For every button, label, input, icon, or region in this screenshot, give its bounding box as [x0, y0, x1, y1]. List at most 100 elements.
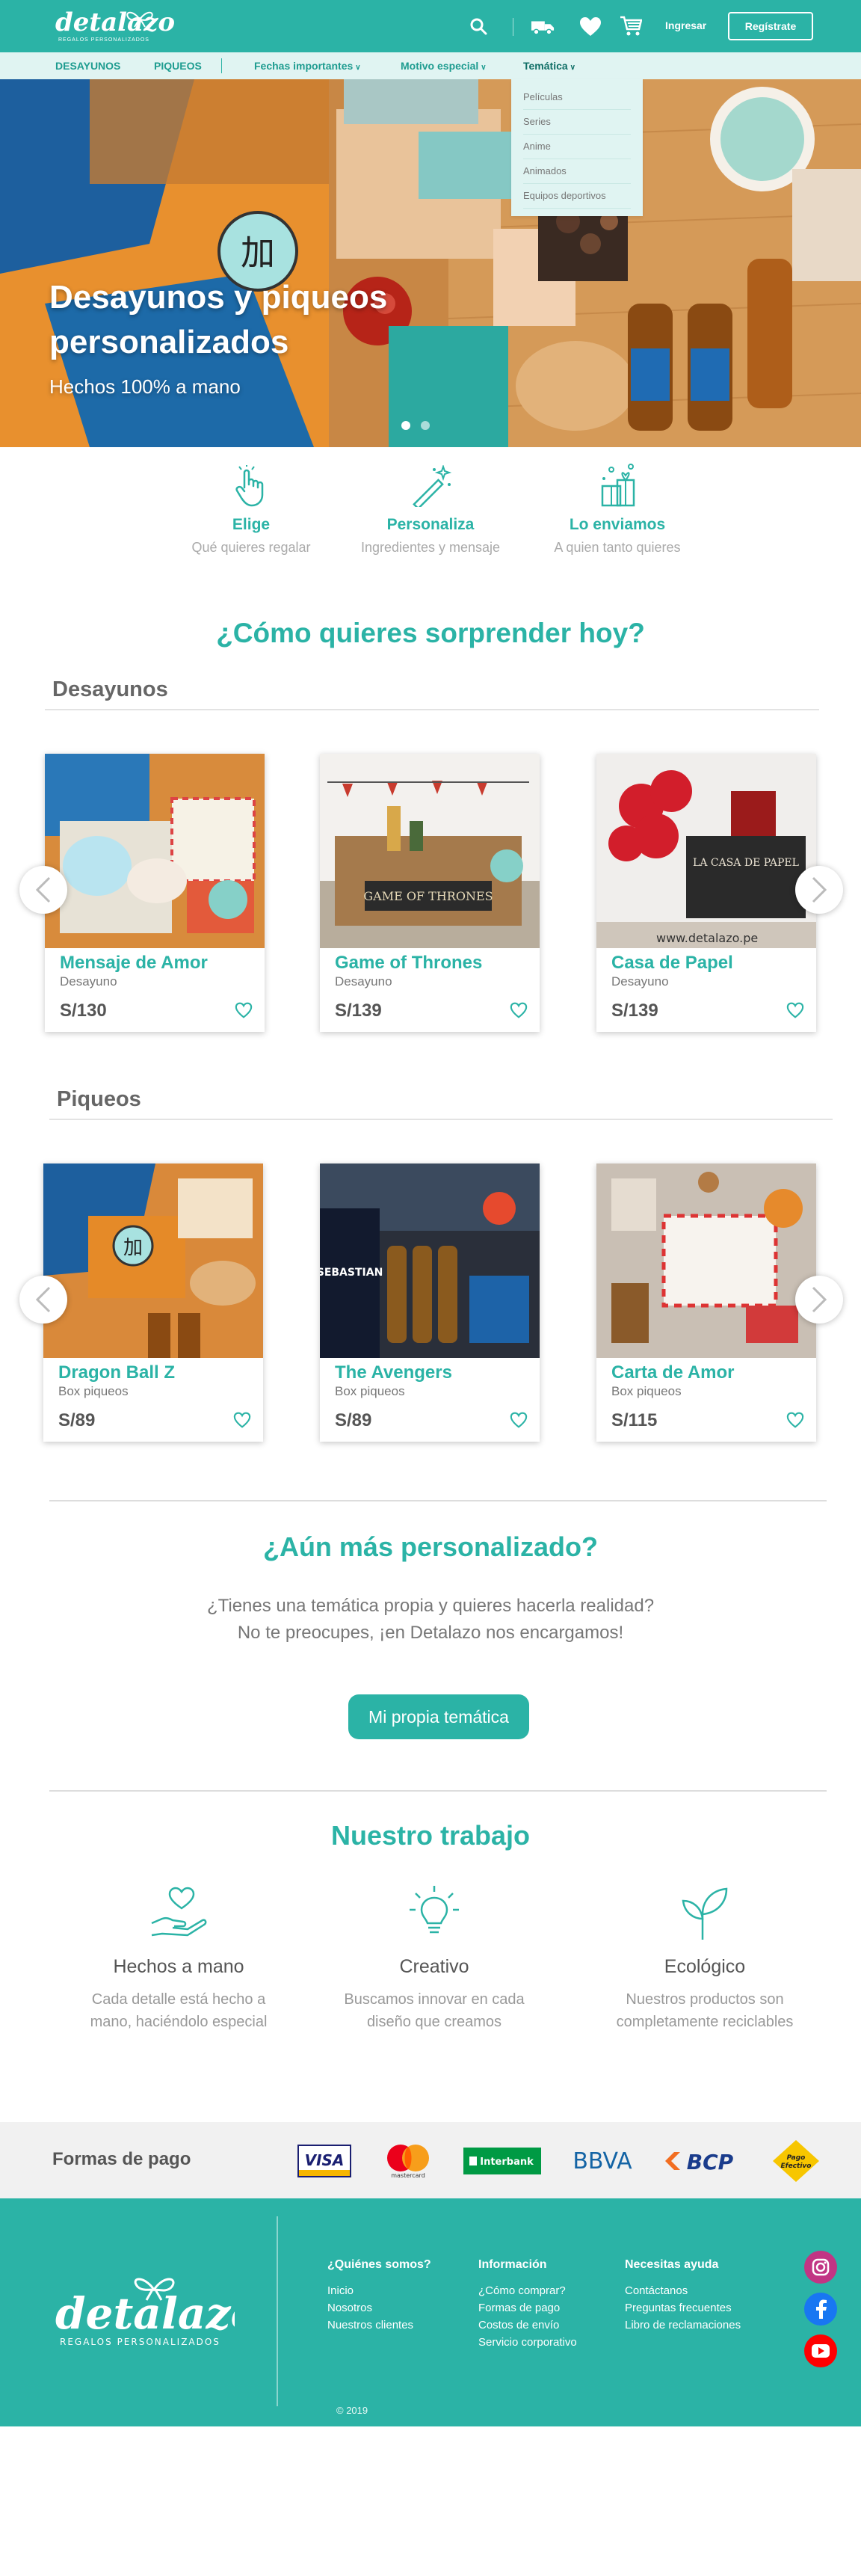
favorites-heart-icon[interactable] — [578, 15, 602, 39]
carousel-next-button[interactable] — [795, 866, 843, 914]
favorite-heart-icon[interactable] — [233, 1412, 251, 1428]
footer-link-costos-envio[interactable]: Costos de envío — [478, 2317, 577, 2334]
footer-link-nosotros[interactable]: Nosotros — [327, 2299, 431, 2317]
carousel-prev-button[interactable] — [19, 1276, 67, 1324]
footer-link-servicio-corporativo[interactable]: Servicio corporativo — [478, 2334, 577, 2351]
footer-link-contactanos[interactable]: Contáctanos — [625, 2282, 741, 2299]
dropdown-item-peliculas[interactable]: Películas — [523, 85, 631, 110]
own-theme-button[interactable]: Mi propia temática — [348, 1694, 529, 1739]
product-card[interactable]: Carta de Amor Box piqueos S/115 — [596, 1163, 816, 1442]
instagram-icon[interactable] — [804, 2251, 837, 2284]
product-image: LA CASA DE PAPEL www.detalazo.pe — [596, 754, 816, 948]
cart-icon[interactable] — [619, 14, 643, 38]
product-card[interactable]: SEBASTIAN The Avengers Box piqueos S/89 — [320, 1163, 540, 1442]
svg-text:SEBASTIAN: SEBASTIAN — [320, 1267, 383, 1279]
product-price: S/89 — [335, 1410, 372, 1430]
footer-column-about: ¿Quiénes somos? Inicio Nosotros Nuestros… — [327, 2258, 431, 2334]
section-title-piqueos: Piqueos — [57, 1087, 141, 1111]
favorite-heart-icon[interactable] — [786, 1412, 804, 1428]
product-name[interactable]: The Avengers — [335, 1362, 452, 1383]
product-card[interactable]: GAME OF THRONES Game of Thrones Desayuno… — [320, 754, 540, 1032]
nav-fechas-label: Fechas importantes — [254, 60, 354, 72]
custom-description-line: ¿Tienes una temática propia y quieres ha… — [206, 1596, 655, 1616]
youtube-icon[interactable] — [804, 2334, 837, 2367]
work-section-title: Nuestro trabajo — [330, 1820, 531, 1851]
dropdown-item-series[interactable]: Series — [523, 110, 631, 135]
feature-description-line: Cada detalle está hecho a — [91, 1991, 266, 2008]
step-personaliza: Personaliza Ingredientes y mensaje — [348, 462, 513, 556]
facebook-icon[interactable] — [804, 2293, 837, 2326]
dropdown-item-anime[interactable]: Anime — [523, 135, 631, 159]
leaf-sprout-icon — [581, 1883, 828, 1943]
top-header: detalazo REGALOS PERSONALIZADOS Ingresar… — [0, 0, 861, 52]
section-title-desayunos: Desayunos — [52, 677, 168, 701]
chevron-left-icon — [35, 876, 51, 903]
product-card[interactable]: 加 Dragon Ball Z Box piqueos S/89 — [43, 1163, 263, 1442]
footer-link-como-comprar[interactable]: ¿Cómo comprar? — [478, 2282, 577, 2299]
product-card[interactable]: LA CASA DE PAPEL www.detalazo.pe Casa de… — [596, 754, 816, 1032]
interbank-logo: Interbank — [463, 2143, 541, 2179]
search-icon[interactable] — [466, 14, 490, 38]
favorite-heart-icon[interactable] — [510, 1412, 528, 1428]
footer-link-reclamaciones[interactable]: Libro de reclamaciones — [625, 2317, 741, 2334]
nav-fechas-importantes[interactable]: Fechas importantes ∨ — [254, 60, 361, 72]
footer-link-formas-pago[interactable]: Formas de pago — [478, 2299, 577, 2317]
chevron-down-icon: ∨ — [355, 64, 361, 72]
chevron-down-icon: ∨ — [570, 64, 575, 72]
footer-logo[interactable]: detalazo REGALOS PERSONALIZADOS — [55, 2267, 259, 2351]
lightbulb-icon — [311, 1883, 558, 1943]
product-name[interactable]: Dragon Ball Z — [58, 1362, 175, 1383]
svg-text:加: 加 — [123, 1237, 143, 1259]
feature-creative: Creativo Buscamos innovar en cada diseño … — [311, 1883, 558, 2033]
product-name[interactable]: Mensaje de Amor — [60, 953, 208, 974]
nav-desayunos[interactable]: DESAYUNOS — [55, 60, 120, 72]
step-title: Lo enviamos — [569, 516, 666, 533]
delivery-truck-icon[interactable] — [531, 15, 555, 39]
dropdown-item-animados[interactable]: Animados — [523, 159, 631, 184]
chevron-right-icon — [812, 876, 827, 903]
nav-desayunos-label: DESAYUNOS — [55, 60, 121, 72]
footer-link-faq[interactable]: Preguntas frecuentes — [625, 2299, 741, 2317]
section-divider — [49, 1500, 827, 1501]
step-lo-enviamos: Lo enviamos A quien tanto quieres — [535, 462, 700, 556]
step-title: Elige — [232, 516, 271, 533]
tematica-dropdown-menu: Películas Series Anime Animados Equipos … — [511, 79, 643, 216]
footer-column-info: Información ¿Cómo comprar? Formas de pag… — [478, 2258, 577, 2351]
product-name[interactable]: Game of Thrones — [335, 953, 482, 974]
step-description: Ingredientes y mensaje — [360, 540, 501, 555]
product-name[interactable]: Carta de Amor — [611, 1362, 734, 1383]
footer-link-inicio[interactable]: Inicio — [327, 2282, 431, 2299]
footer-heading: ¿Quiénes somos? — [327, 2258, 431, 2271]
footer-link-clientes[interactable]: Nuestros clientes — [327, 2317, 431, 2334]
product-price: S/139 — [335, 1000, 382, 1021]
feature-description-line: Buscamos innovar en cada — [344, 1991, 525, 2008]
dropdown-item-equipos-deportivos[interactable]: Equipos deportivos — [523, 184, 631, 209]
nav-piqueos-label: PIQUEOS — [154, 60, 202, 72]
bbva-logo: BBVA — [565, 2143, 640, 2179]
login-link[interactable]: Ingresar — [665, 19, 706, 31]
carousel-dots[interactable] — [401, 420, 430, 431]
product-price: S/115 — [611, 1410, 658, 1430]
product-name[interactable]: Casa de Papel — [611, 953, 733, 974]
step-description: A quien tanto quieres — [554, 540, 681, 555]
feature-handmade: Hechos a mano Cada detalle está hecho a m… — [55, 1883, 302, 2033]
carousel-prev-button[interactable] — [19, 866, 67, 914]
favorite-heart-icon[interactable] — [235, 1002, 253, 1018]
main-section-title: ¿Cómo quieres sorprender hoy? — [216, 618, 645, 648]
favorite-heart-icon[interactable] — [510, 1002, 528, 1018]
nav-tematica[interactable]: Temática ∨ — [523, 60, 575, 72]
product-category: Desayuno — [611, 974, 669, 989]
feature-description-line: Nuestros productos son — [626, 1991, 784, 2008]
site-footer: detalazo REGALOS PERSONALIZADOS ¿Quiénes… — [0, 2198, 861, 2426]
product-image — [596, 1163, 816, 1358]
favorite-heart-icon[interactable] — [786, 1002, 804, 1018]
product-card[interactable]: Mensaje de Amor Desayuno S/130 — [45, 754, 265, 1032]
hand-heart-icon — [55, 1883, 302, 1943]
site-logo[interactable]: detalazo REGALOS PERSONALIZADOS — [55, 6, 175, 46]
nav-piqueos[interactable]: PIQUEOS — [154, 60, 202, 72]
bcp-logo: BCP — [664, 2143, 746, 2179]
register-button[interactable]: Regístrate — [728, 12, 813, 40]
nav-motivo-especial[interactable]: Motivo especial ∨ — [401, 60, 487, 72]
step-title: Personaliza — [386, 516, 475, 533]
carousel-next-button[interactable] — [795, 1276, 843, 1324]
